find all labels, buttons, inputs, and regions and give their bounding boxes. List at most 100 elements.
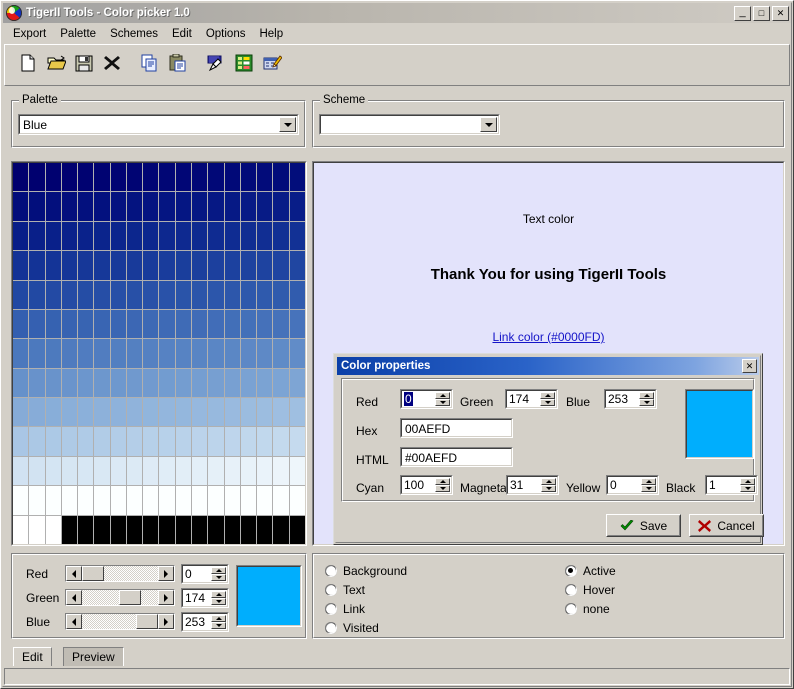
save-button[interactable]: Save xyxy=(606,514,681,537)
palette-swatch[interactable] xyxy=(257,456,273,486)
palette-swatch[interactable] xyxy=(240,515,257,544)
palette-swatch[interactable] xyxy=(192,309,208,339)
palette-swatch[interactable] xyxy=(224,309,240,339)
palette-swatch[interactable] xyxy=(159,456,175,486)
palette-swatch[interactable] xyxy=(45,515,61,544)
blue-value[interactable]: 253 xyxy=(182,613,211,631)
red-spinner[interactable]: 0 xyxy=(400,389,453,409)
palette-swatch[interactable] xyxy=(192,192,208,221)
palette-swatch[interactable] xyxy=(94,309,110,339)
spinner-buttons[interactable] xyxy=(211,591,226,605)
palette-swatch[interactable] xyxy=(94,427,110,456)
palette-swatch[interactable] xyxy=(110,309,126,339)
palette-swatch[interactable] xyxy=(13,427,29,456)
palette-swatch[interactable] xyxy=(208,163,224,192)
palette-swatch[interactable] xyxy=(257,309,273,339)
spinner-up-icon[interactable] xyxy=(740,478,755,485)
palette-swatch[interactable] xyxy=(240,398,257,427)
palette-swatch[interactable] xyxy=(273,251,289,280)
palette-swatch[interactable] xyxy=(289,192,305,221)
radio-indicator[interactable] xyxy=(565,603,577,615)
edit-pencil-button[interactable] xyxy=(258,51,286,77)
palette-swatch[interactable] xyxy=(13,221,29,251)
palette-swatch[interactable] xyxy=(273,221,289,251)
spinner-down-icon[interactable] xyxy=(541,485,556,492)
palette-swatch[interactable] xyxy=(257,221,273,251)
palette-swatch[interactable] xyxy=(61,486,78,515)
palette-swatch[interactable] xyxy=(126,163,143,192)
palette-swatch[interactable] xyxy=(257,486,273,515)
spinner-down-icon[interactable] xyxy=(435,399,450,406)
palette-swatch[interactable] xyxy=(224,515,240,544)
palette-swatch[interactable] xyxy=(45,486,61,515)
palette-swatch[interactable] xyxy=(240,339,257,368)
palette-swatch[interactable] xyxy=(273,339,289,368)
spinner-up-icon[interactable] xyxy=(639,392,654,399)
spinner-down-icon[interactable] xyxy=(211,574,226,581)
spinner-down-icon[interactable] xyxy=(641,485,656,492)
menu-edit[interactable]: Edit xyxy=(165,26,199,42)
palette-swatch[interactable] xyxy=(45,221,61,251)
slider-right-arrow[interactable] xyxy=(158,614,174,629)
slider-track[interactable] xyxy=(82,566,158,581)
spinner-up-icon[interactable] xyxy=(211,567,226,574)
palette-swatch[interactable] xyxy=(159,280,175,309)
palette-swatch[interactable] xyxy=(45,398,61,427)
palette-swatch[interactable] xyxy=(175,456,192,486)
palette-swatch[interactable] xyxy=(208,398,224,427)
menu-schemes[interactable]: Schemes xyxy=(103,26,165,42)
palette-swatch[interactable] xyxy=(45,192,61,221)
palette-swatch[interactable] xyxy=(289,515,305,544)
radio-indicator[interactable] xyxy=(565,584,577,596)
black-spinner-value[interactable]: 1 xyxy=(706,476,740,494)
spinner-up-icon[interactable] xyxy=(541,478,556,485)
palette-swatch[interactable] xyxy=(29,221,45,251)
blue-value-spinner[interactable]: 253 xyxy=(181,612,229,632)
palette-swatch[interactable] xyxy=(29,427,45,456)
palette-swatch[interactable] xyxy=(94,251,110,280)
palette-swatch[interactable] xyxy=(61,368,78,398)
palette-swatch[interactable] xyxy=(289,221,305,251)
palette-swatch[interactable] xyxy=(240,456,257,486)
palette-swatch[interactable] xyxy=(257,280,273,309)
palette-swatch[interactable] xyxy=(224,427,240,456)
palette-swatch[interactable] xyxy=(257,427,273,456)
palette-swatch[interactable] xyxy=(240,280,257,309)
copy-button[interactable] xyxy=(136,51,164,77)
radio-indicator[interactable] xyxy=(325,603,337,615)
palette-swatch[interactable] xyxy=(192,280,208,309)
palette-swatch[interactable] xyxy=(13,163,29,192)
radio-indicator[interactable] xyxy=(325,584,337,596)
palette-swatch[interactable] xyxy=(273,486,289,515)
green-value[interactable]: 174 xyxy=(182,589,211,607)
palette-swatch[interactable] xyxy=(13,309,29,339)
palette-swatch[interactable] xyxy=(126,486,143,515)
palette-swatch[interactable] xyxy=(273,515,289,544)
slider-left-arrow[interactable] xyxy=(66,614,82,629)
spinner-down-icon[interactable] xyxy=(211,622,226,629)
yellow-spinner-value[interactable]: 0 xyxy=(607,476,641,494)
spinner-down-icon[interactable] xyxy=(740,485,755,492)
palette-swatch[interactable] xyxy=(61,427,78,456)
red-slider[interactable] xyxy=(65,565,175,582)
palette-swatch[interactable] xyxy=(78,280,94,309)
palette-swatch[interactable] xyxy=(61,339,78,368)
spinner-up-icon[interactable] xyxy=(540,392,555,399)
palette-swatch[interactable] xyxy=(224,221,240,251)
palette-swatch[interactable] xyxy=(289,163,305,192)
palette-swatch[interactable] xyxy=(289,398,305,427)
palette-swatch[interactable] xyxy=(175,309,192,339)
yellow-spinner-buttons[interactable] xyxy=(641,478,656,492)
palette-swatch[interactable] xyxy=(175,515,192,544)
palette-swatch[interactable] xyxy=(224,280,240,309)
palette-swatch[interactable] xyxy=(29,280,45,309)
palette-swatch[interactable] xyxy=(61,398,78,427)
palette-swatch[interactable] xyxy=(29,515,45,544)
palette-swatch[interactable] xyxy=(126,515,143,544)
palette-swatch[interactable] xyxy=(240,192,257,221)
palette-swatch[interactable] xyxy=(257,339,273,368)
red-value[interactable]: 0 xyxy=(182,565,211,583)
menu-help[interactable]: Help xyxy=(252,26,290,42)
palette-swatch[interactable] xyxy=(143,486,159,515)
color-list-button[interactable] xyxy=(230,51,258,77)
